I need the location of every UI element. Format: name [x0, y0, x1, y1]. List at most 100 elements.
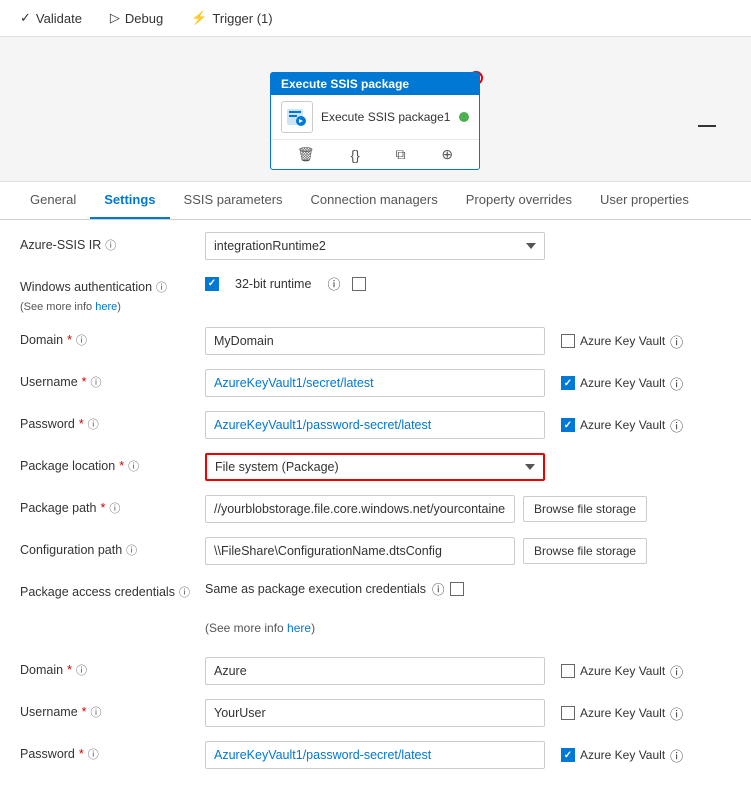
username2-row: Username * ⓘ Azure Key Vault ⓘ: [20, 699, 731, 727]
runtime-32bit-info-icon[interactable]: ⓘ: [327, 274, 340, 293]
same-as-checkbox[interactable]: [450, 582, 464, 596]
windows-auth-info-icon[interactable]: ⓘ: [156, 279, 167, 295]
domain-key-vault-info-icon[interactable]: ⓘ: [670, 332, 683, 351]
domain2-key-vault-info-icon[interactable]: ⓘ: [670, 662, 683, 681]
validate-label: Validate: [36, 11, 82, 26]
username-control: Azure Key Vault ⓘ: [205, 369, 731, 397]
domain-key-vault-label: Azure Key Vault: [580, 334, 665, 348]
password-control: Azure Key Vault ⓘ: [205, 411, 731, 439]
domain-label: Domain * ⓘ: [20, 327, 205, 348]
params-icon-btn[interactable]: {}: [346, 144, 363, 165]
username2-input[interactable]: [205, 699, 545, 727]
trigger-icon: ⚡: [191, 10, 207, 26]
domain2-key-vault-checkbox[interactable]: [561, 664, 575, 678]
windows-auth-checkbox[interactable]: [205, 277, 219, 291]
azure-ssis-info-icon[interactable]: ⓘ: [105, 237, 116, 253]
domain2-key-vault-label: Azure Key Vault: [580, 664, 665, 678]
username2-key-vault-info-icon[interactable]: ⓘ: [670, 704, 683, 723]
config-path-row: Configuration path ⓘ Browse file storage: [20, 537, 731, 565]
domain2-key-vault-group: Azure Key Vault ⓘ: [561, 662, 683, 681]
username-label: Username * ⓘ: [20, 369, 205, 390]
domain-key-vault-group: Azure Key Vault ⓘ: [561, 332, 683, 351]
azure-ssis-ir-label: Azure-SSIS IR ⓘ: [20, 232, 205, 253]
username-info-icon[interactable]: ⓘ: [91, 374, 102, 390]
delete-icon-btn[interactable]: 🗑: [293, 144, 319, 165]
settings-form: Azure-SSIS IR ⓘ integrationRuntime2 Wind…: [0, 220, 751, 803]
domain2-input[interactable]: [205, 657, 545, 685]
package-access-control: Same as package execution credentials ⓘ: [205, 579, 731, 598]
tab-bar: General Settings SSIS parameters Connect…: [0, 182, 751, 220]
green-status-dot: [459, 112, 469, 122]
windows-auth-row: Windows authentication ⓘ (See more info …: [20, 274, 731, 313]
config-path-input[interactable]: [205, 537, 515, 565]
username-input[interactable]: [205, 369, 545, 397]
domain-key-vault-checkbox[interactable]: [561, 334, 575, 348]
password-info-icon[interactable]: ⓘ: [88, 416, 99, 432]
password-key-vault-info-icon[interactable]: ⓘ: [670, 416, 683, 435]
package-location-select[interactable]: File system (Package): [205, 453, 545, 481]
tab-property-overrides[interactable]: Property overrides: [452, 182, 586, 219]
debug-label: Debug: [125, 11, 163, 26]
windows-auth-link[interactable]: here: [95, 301, 117, 313]
password2-info-icon[interactable]: ⓘ: [88, 746, 99, 762]
username-key-vault-checkbox[interactable]: [561, 376, 575, 390]
see-more-spacer: [20, 621, 205, 626]
see-more-note: (See more info here): [205, 621, 315, 635]
password-key-vault-checkbox[interactable]: [561, 418, 575, 432]
package-path-label: Package path * ⓘ: [20, 495, 205, 516]
windows-auth-sub: (See more info here): [20, 301, 205, 313]
config-path-label: Configuration path ⓘ: [20, 537, 205, 558]
domain-input[interactable]: [205, 327, 545, 355]
trigger-label: Trigger (1): [212, 11, 272, 26]
password2-key-vault-checkbox[interactable]: [561, 748, 575, 762]
windows-auth-label: Windows authentication ⓘ (See more info …: [20, 274, 205, 313]
windows-auth-control: 32-bit runtime ⓘ: [205, 274, 731, 293]
package-path-input[interactable]: [205, 495, 515, 523]
validate-button[interactable]: ✓ Validate: [16, 8, 86, 28]
password2-key-vault-group: Azure Key Vault ⓘ: [561, 746, 683, 765]
tab-general[interactable]: General: [16, 182, 90, 219]
username2-key-vault-group: Azure Key Vault ⓘ: [561, 704, 683, 723]
tab-ssis-parameters[interactable]: SSIS parameters: [170, 182, 297, 219]
runtime-32bit-checkbox[interactable]: [352, 277, 366, 291]
copy-icon-btn[interactable]: ⧉: [392, 144, 410, 165]
config-path-info-icon[interactable]: ⓘ: [126, 542, 137, 558]
package-access-info-icon[interactable]: ⓘ: [179, 584, 190, 600]
domain2-row: Domain * ⓘ Azure Key Vault ⓘ: [20, 657, 731, 685]
same-as-text: Same as package execution credentials ⓘ: [205, 579, 464, 598]
password-input[interactable]: [205, 411, 545, 439]
package-path-browse-button[interactable]: Browse file storage: [523, 496, 647, 522]
domain-control: Azure Key Vault ⓘ: [205, 327, 731, 355]
package-path-row: Package path * ⓘ Browse file storage: [20, 495, 731, 523]
toolbar: ✓ Validate ▷ Debug ⚡ Trigger (1): [0, 0, 751, 37]
username-key-vault-info-icon[interactable]: ⓘ: [670, 374, 683, 393]
debug-button[interactable]: ▷ Debug: [106, 8, 167, 28]
password-key-vault-group: Azure Key Vault ⓘ: [561, 416, 683, 435]
tab-user-properties[interactable]: User properties: [586, 182, 703, 219]
domain2-control: Azure Key Vault ⓘ: [205, 657, 731, 685]
package-path-info-icon[interactable]: ⓘ: [109, 500, 120, 516]
azure-ssis-ir-control: integrationRuntime2: [205, 232, 731, 260]
pipeline-box-title: Execute SSIS package: [281, 77, 409, 91]
pipeline-activity-box[interactable]: Execute SSIS package Execute SSIS packag…: [270, 72, 480, 170]
same-as-info-icon[interactable]: ⓘ: [432, 579, 445, 598]
trigger-button[interactable]: ⚡ Trigger (1): [187, 8, 276, 28]
package-location-info-icon[interactable]: ⓘ: [128, 458, 139, 474]
pipeline-box-header: Execute SSIS package: [271, 73, 479, 95]
config-path-control: Browse file storage: [205, 537, 731, 565]
domain-row: Domain * ⓘ Azure Key Vault ⓘ: [20, 327, 731, 355]
config-path-browse-button[interactable]: Browse file storage: [523, 538, 647, 564]
username2-info-icon[interactable]: ⓘ: [91, 704, 102, 720]
password2-key-vault-info-icon[interactable]: ⓘ: [670, 746, 683, 765]
domain-info-icon[interactable]: ⓘ: [76, 332, 87, 348]
see-more-link[interactable]: here: [287, 621, 311, 635]
azure-ssis-ir-select[interactable]: integrationRuntime2: [205, 232, 545, 260]
connect-icon-btn[interactable]: ⊕: [437, 144, 457, 165]
tab-connection-managers[interactable]: Connection managers: [297, 182, 452, 219]
domain2-info-icon[interactable]: ⓘ: [76, 662, 87, 678]
username2-key-vault-checkbox[interactable]: [561, 706, 575, 720]
package-location-label: Package location * ⓘ: [20, 453, 205, 474]
password2-label: Password * ⓘ: [20, 741, 205, 762]
tab-settings[interactable]: Settings: [90, 182, 169, 219]
username-key-vault-label: Azure Key Vault: [580, 376, 665, 390]
